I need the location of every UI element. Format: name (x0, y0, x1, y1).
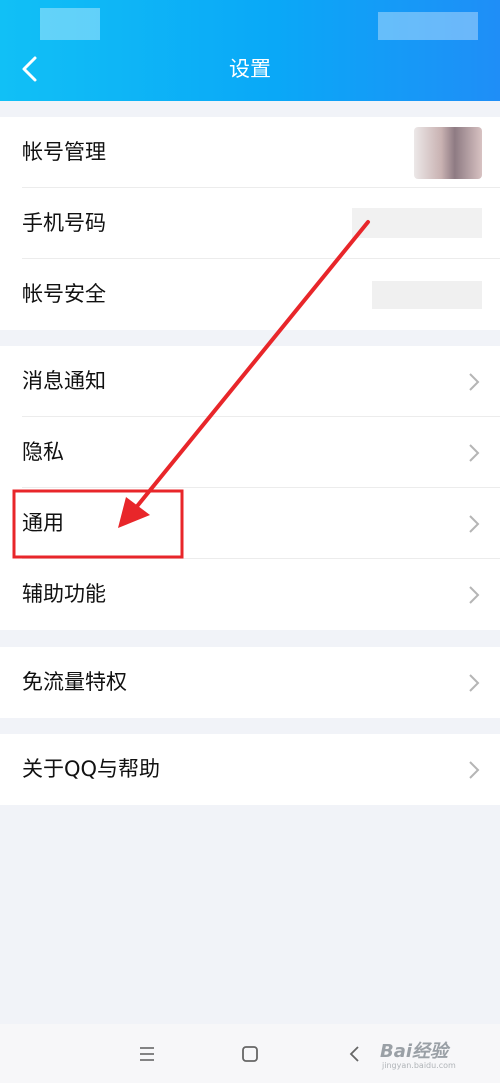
nav-menu-button[interactable] (135, 1042, 159, 1066)
title-bar: 设置 (0, 0, 500, 101)
settings-item-label: 帐号安全 (22, 282, 106, 306)
chevron-right-icon (469, 373, 480, 391)
security-status-blurred (372, 281, 482, 309)
settings-item-privacy[interactable]: 隐私 (0, 417, 500, 488)
status-bar-right-blur (378, 12, 478, 40)
settings-item-label: 关于QQ与帮助 (22, 757, 161, 781)
settings-item-label: 免流量特权 (22, 670, 127, 694)
settings-item-label: 帐号管理 (22, 140, 106, 164)
back-triangle-icon (349, 1046, 359, 1062)
watermark-brand: Bai经验 (380, 1041, 449, 1062)
chevron-right-icon (469, 515, 480, 533)
account-group: 帐号管理 手机号码 帐号安全 (0, 117, 500, 330)
about-group: 关于QQ与帮助 (0, 734, 500, 805)
nav-home-button[interactable] (238, 1042, 262, 1066)
avatar (414, 127, 482, 179)
settings-item-label: 通用 (22, 511, 64, 535)
settings-item-notifications[interactable]: 消息通知 (0, 346, 500, 417)
settings-item-about-help[interactable]: 关于QQ与帮助 (0, 734, 500, 805)
chevron-right-icon (469, 674, 480, 692)
status-bar-left-blur (40, 8, 100, 40)
system-navigation-bar: Bai经验 jingyan.baidu.com (0, 1024, 500, 1083)
chevron-right-icon (469, 761, 480, 779)
settings-item-phone-number[interactable]: 手机号码 (0, 188, 500, 259)
settings-item-account-security[interactable]: 帐号安全 (0, 259, 500, 330)
data-privilege-group: 免流量特权 (0, 647, 500, 718)
settings-item-label: 消息通知 (22, 369, 106, 393)
settings-item-label: 手机号码 (22, 211, 106, 235)
page-title: 设置 (229, 57, 271, 81)
home-square-icon (242, 1046, 258, 1062)
settings-item-label: 辅助功能 (22, 582, 106, 606)
settings-item-accessibility[interactable]: 辅助功能 (0, 559, 500, 630)
settings-item-free-data[interactable]: 免流量特权 (0, 647, 500, 718)
settings-item-account-management[interactable]: 帐号管理 (0, 117, 500, 188)
chevron-right-icon (469, 444, 480, 462)
settings-item-label: 隐私 (22, 440, 64, 464)
chevron-right-icon (469, 586, 480, 604)
watermark-url: jingyan.baidu.com (382, 1061, 456, 1070)
baidu-jingyan-watermark: Bai经验 jingyan.baidu.com (380, 1035, 495, 1075)
nav-back-button[interactable] (343, 1042, 367, 1066)
general-group: 消息通知 隐私 通用 辅助功能 (0, 346, 500, 630)
settings-item-general[interactable]: 通用 (0, 488, 500, 559)
menu-icon (140, 1047, 154, 1061)
phone-number-value-blurred (352, 208, 482, 238)
